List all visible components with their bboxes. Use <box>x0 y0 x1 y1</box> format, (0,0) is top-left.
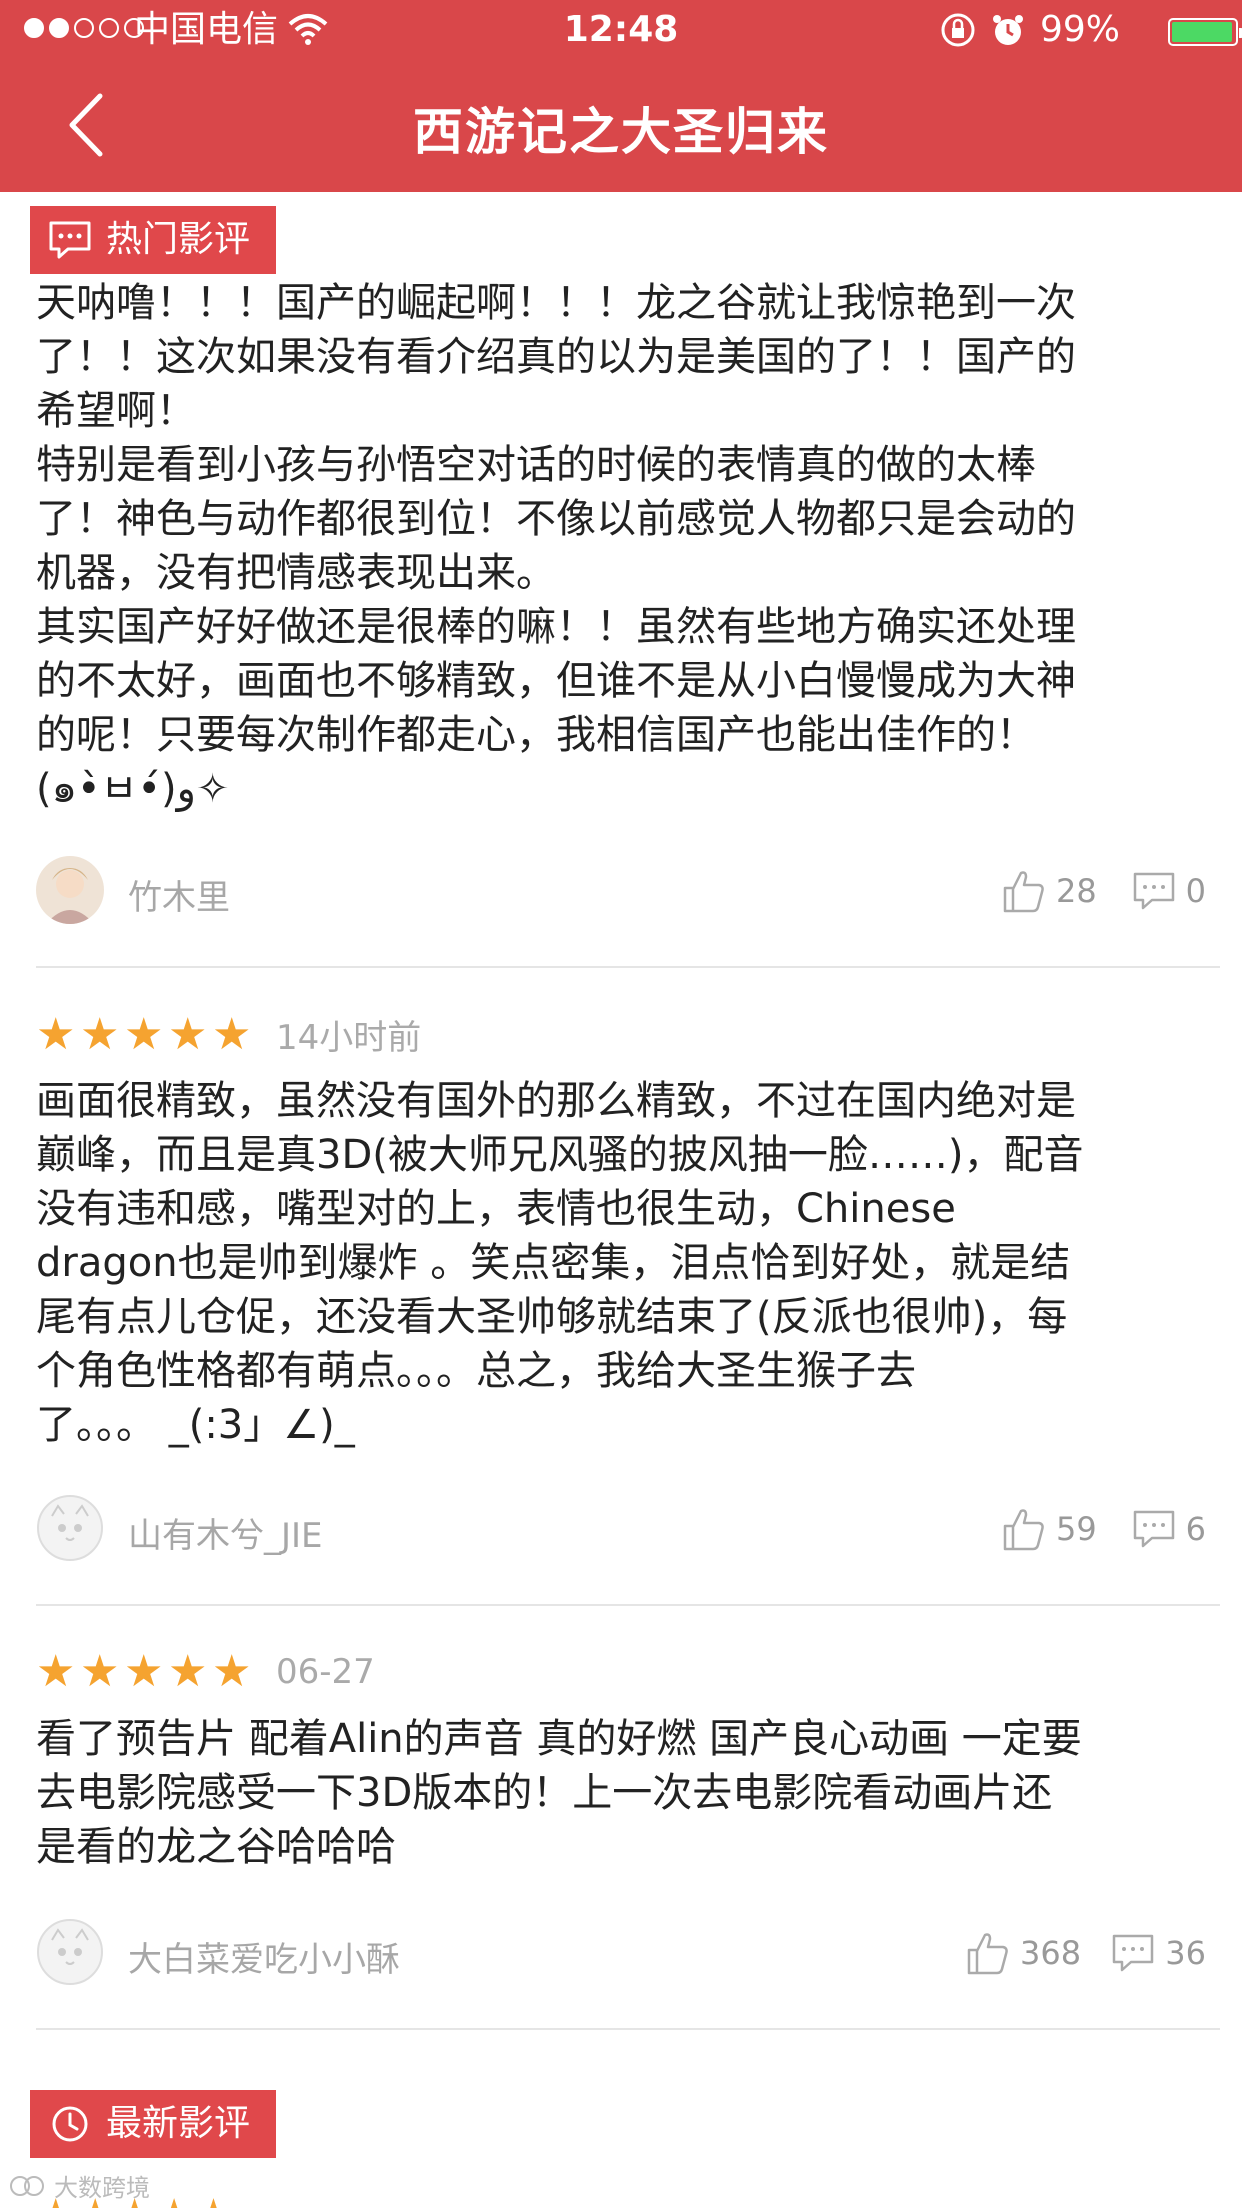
status-bar: 中国电信 12:48 99% <box>0 0 1242 62</box>
comment-icon <box>1133 1510 1174 1548</box>
rating-row: ★ ★ ★ ★ ★ 06-27 <box>36 1648 375 1696</box>
rotation-lock-icon <box>941 13 975 47</box>
review-time: 06-27 <box>276 1652 375 1692</box>
review-line: 希望啊！ <box>36 388 196 434</box>
review-line: 其实国产好好做还是很棒的嘛！！虽然有些地方确实还处理 <box>36 604 1076 650</box>
review-line: 的不太好，画面也不够精致，但谁不是从小白慢慢成为大神 <box>36 658 1076 704</box>
star-icon: ★ <box>168 1008 208 1060</box>
comment-icon <box>1133 872 1174 910</box>
review-line: dragon也是帅到爆炸 。笑点密集，泪点恰到好处，就是结 <box>36 1240 1071 1286</box>
star-icon: ★ <box>168 1646 208 1697</box>
hot-reviews-label: 热门影评 <box>106 219 251 260</box>
nav-bar: 西游记之大圣归来 <box>0 62 1242 192</box>
star-icon: ★ <box>80 1008 120 1060</box>
username[interactable]: 竹木里 <box>128 870 230 919</box>
latest-reviews-tag: 最新影评 <box>30 2090 277 2158</box>
review-line: 尾有点儿仓促，还没看大圣帅够就结束了(反派也很帅)，每 <box>36 1294 1068 1340</box>
review-line: 是看的龙之谷哈哈哈 <box>36 1824 396 1870</box>
star-icon: ★ <box>212 1646 252 1697</box>
review-line: 去电影院感受一下3D版本的！上一次去电影院看动画片还 <box>36 1770 1053 1816</box>
review-line: 画面很精致，虽然没有国外的那么精致，不过在国内绝对是 <box>36 1078 1076 1124</box>
like-count: 28 <box>1056 872 1097 910</box>
star-icon: ★ <box>124 1646 164 1697</box>
review-line: 机器，没有把情感表现出来。 <box>36 550 556 596</box>
review-footer: 山有木兮_JIE 59 6 <box>36 1494 1206 1564</box>
comment-count: 0 <box>1185 872 1206 910</box>
comment-icon <box>1113 1934 1154 1972</box>
thumbs-up-icon <box>1003 871 1044 913</box>
rating-row: ★ ★ ★ ★ ★ 14小时前 <box>36 1010 421 1059</box>
avatar[interactable] <box>36 1918 104 1986</box>
username[interactable]: 大白菜爱吃小小酥 <box>128 1932 400 1981</box>
review-body[interactable]: 画面很精致，虽然没有国外的那么精致，不过在国内绝对是 巅峰，而且是真3D(被大师… <box>36 1074 1216 1452</box>
page-title: 西游记之大圣归来 <box>413 103 829 161</box>
review-line: 个角色性格都有萌点。。。总之，我给大圣生猴子去 <box>36 1348 916 1394</box>
review-footer: 竹木里 28 0 <box>36 856 1206 926</box>
review-line: 天呐噜！！！国产的崛起啊！！！龙之谷就让我惊艳到一次 <box>36 280 1076 326</box>
thumbs-up-icon <box>967 1933 1008 1975</box>
avatar[interactable] <box>36 1494 104 1562</box>
star-icon: ★ <box>212 1008 252 1060</box>
like-button[interactable]: 28 <box>1002 856 1097 926</box>
review-line: 看了预告片 配着Alin的声音 真的好燃 国产良心动画 一定要 <box>36 1716 1082 1762</box>
like-count: 59 <box>1056 1510 1097 1548</box>
review-footer: 大白菜爱吃小小酥 368 36 <box>36 1918 1206 1988</box>
thumbs-up-icon <box>1003 1509 1044 1551</box>
avatar[interactable] <box>36 856 104 924</box>
divider <box>36 2028 1220 2030</box>
comment-button[interactable]: 0 <box>1132 856 1206 926</box>
alarm-icon <box>993 15 1023 45</box>
review-time: 14小时前 <box>276 1018 422 1058</box>
battery-percent: 99% <box>1040 9 1121 50</box>
latest-reviews-label: 最新影评 <box>106 2103 251 2144</box>
review-line: 特别是看到小孩与孙悟空对话的时候的表情真的做的太棒 <box>36 442 1036 488</box>
hot-reviews-tag: 热门影评 <box>30 206 277 274</box>
star-icon: ★ <box>36 1008 76 1060</box>
battery-icon <box>1168 18 1242 46</box>
review-body[interactable]: 看了预告片 配着Alin的声音 真的好燃 国产良心动画 一定要 去电影院感受一下… <box>36 1712 1216 1874</box>
star-icon: ★ <box>80 1646 120 1697</box>
review-line: 巅峰，而且是真3D(被大师兄风骚的披风抽一脸……)，配音 <box>36 1132 1084 1178</box>
review-line: 了！！这次如果没有看介绍真的以为是美国的了！！国产的 <box>36 334 1076 380</box>
watermark: 大数跨境 <box>8 2168 150 2203</box>
review-line: 的呢！只要每次制作都走心，我相信国产也能出佳作的！ <box>36 712 1036 758</box>
review-line: (๑•̀ㅂ•́)و✧ <box>36 766 230 812</box>
review-line: 了。。。 _(:3」∠)_ <box>36 1402 355 1448</box>
star-icon: ★ <box>124 1008 164 1060</box>
divider <box>36 966 1220 968</box>
chat-bubble-icon <box>49 221 91 259</box>
watermark-logo-icon <box>10 2175 44 2196</box>
like-button[interactable]: 59 <box>1002 1494 1097 1564</box>
username[interactable]: 山有木兮_JIE <box>128 1508 323 1557</box>
comment-button[interactable]: 36 <box>1111 1918 1206 1988</box>
like-button[interactable]: 368 <box>966 1918 1081 1988</box>
review-line: 没有违和感，嘴型对的上，表情也很生动，Chinese <box>36 1186 956 1232</box>
divider <box>36 1604 1220 1606</box>
star-icon: ★ <box>36 1646 76 1697</box>
watermark-text: 大数跨境 <box>54 2174 150 2202</box>
review-body[interactable]: 天呐噜！！！国产的崛起啊！！！龙之谷就让我惊艳到一次 了！！这次如果没有看介绍真… <box>36 276 1216 816</box>
comment-button[interactable]: 6 <box>1132 1494 1206 1564</box>
like-count: 368 <box>1020 1934 1082 1972</box>
comment-count: 6 <box>1185 1510 1206 1548</box>
review-line: 了！神色与动作都很到位！不像以前感觉人物都只是会动的 <box>36 496 1076 542</box>
clock-icon <box>52 2106 88 2142</box>
app-header: 中国电信 12:48 99% 西游记之大圣归来 <box>0 0 1242 192</box>
comment-count: 36 <box>1165 1934 1206 1972</box>
